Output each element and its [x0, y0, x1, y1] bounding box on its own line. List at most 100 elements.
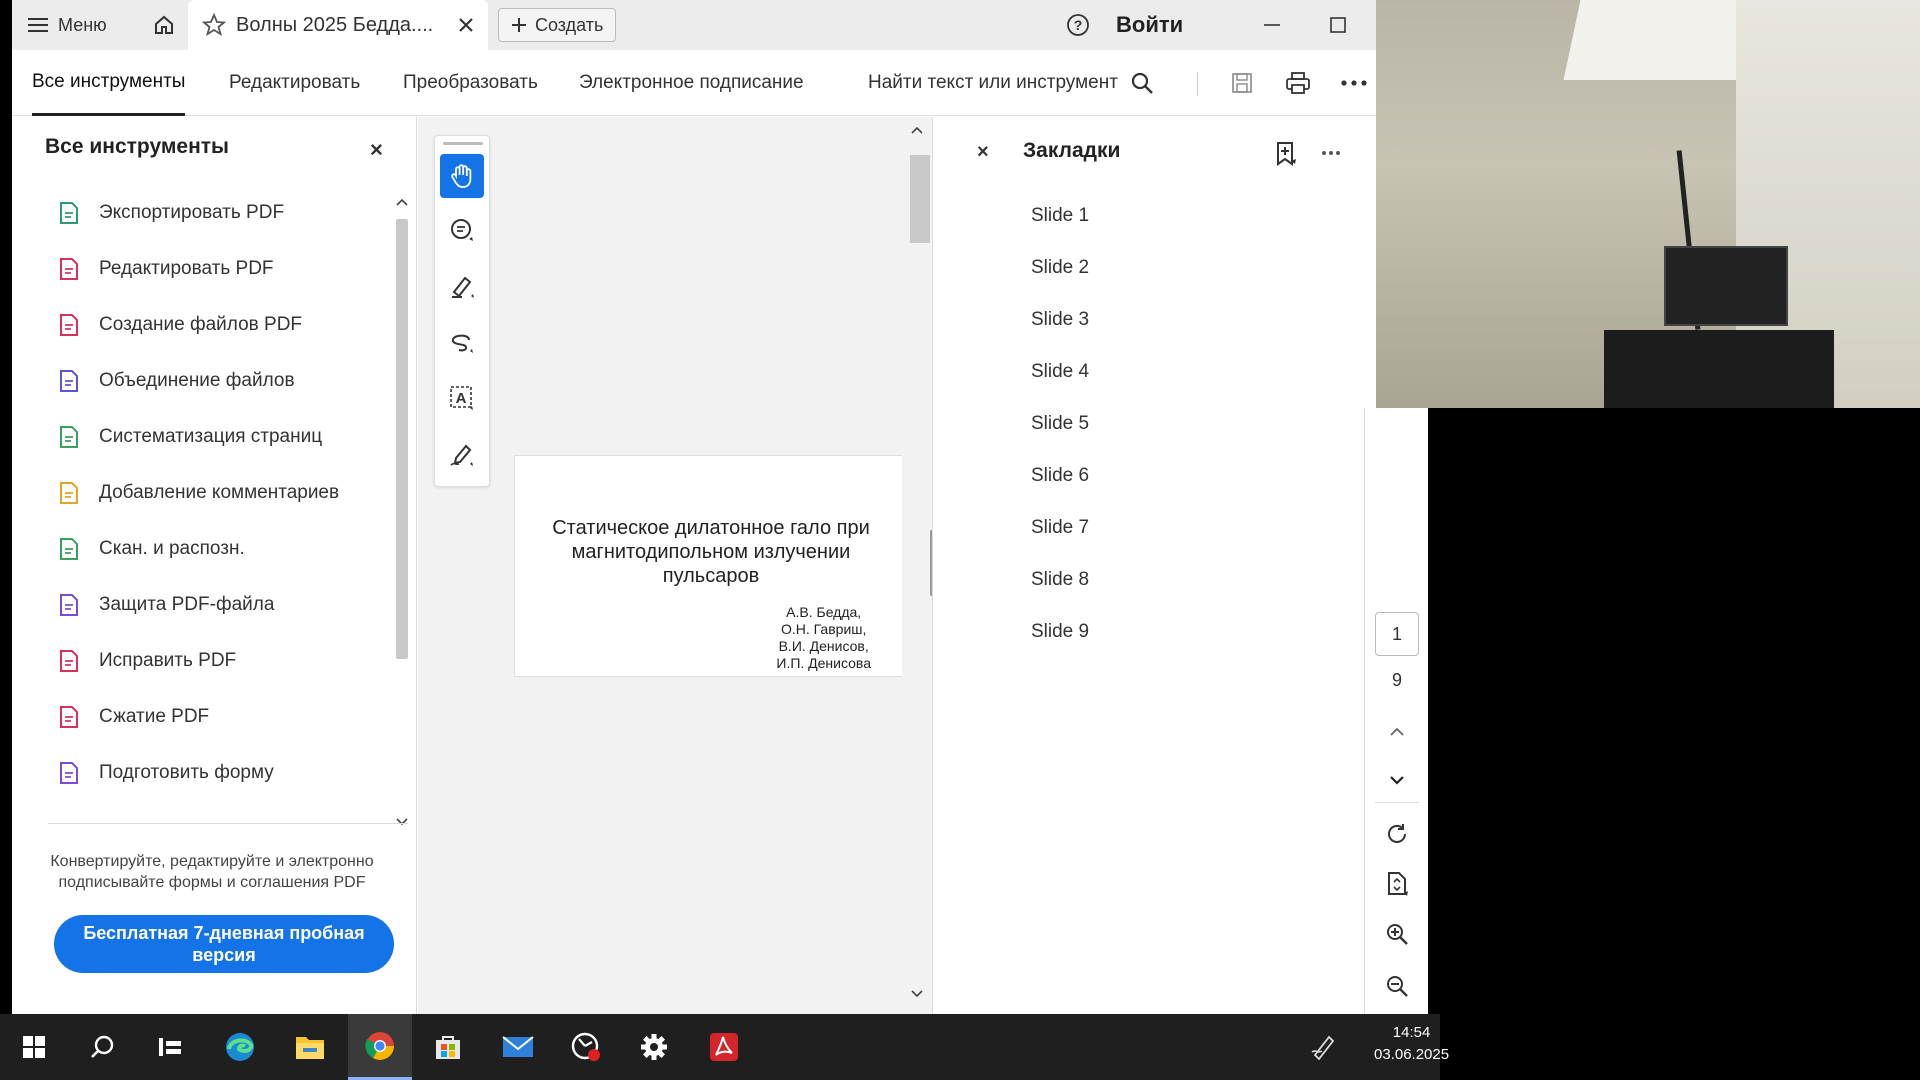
- mail-button[interactable]: [486, 1014, 550, 1080]
- free-trial-button[interactable]: Бесплатная 7-дневная пробная версия: [54, 915, 394, 973]
- bookmark-item[interactable]: Slide 1: [1031, 205, 1089, 227]
- tool-item[interactable]: Создание файлов PDF: [57, 305, 302, 345]
- signature-pen-icon: [450, 444, 473, 466]
- maximize-button[interactable]: [1318, 0, 1358, 50]
- taskbar-clock[interactable]: 14:54 03.06.2025: [1374, 1022, 1449, 1066]
- settings-button[interactable]: [622, 1014, 686, 1080]
- minimize-button[interactable]: [1252, 0, 1292, 50]
- rotate-button[interactable]: [1375, 816, 1419, 852]
- comment-icon: [451, 219, 473, 241]
- search-icon: [1131, 72, 1153, 94]
- more-options-button[interactable]: [1334, 63, 1374, 103]
- find-text-or-tool[interactable]: Найти текст или инструмент: [868, 50, 1154, 116]
- bookmarks-more-button[interactable]: [1321, 139, 1341, 162]
- task-view-icon: [159, 1038, 181, 1056]
- bookmark-item[interactable]: Slide 7: [1031, 517, 1089, 539]
- scroll-up-icon[interactable]: [396, 197, 408, 207]
- add-bookmark-icon: [1277, 142, 1296, 166]
- menu-button[interactable]: Меню: [28, 0, 107, 50]
- sign-in-button[interactable]: Войти: [1116, 0, 1183, 50]
- bookmark-item[interactable]: Slide 5: [1031, 413, 1089, 435]
- document-scroll-thumb[interactable]: [910, 155, 930, 243]
- highlight-button[interactable]: [440, 264, 484, 308]
- quick-tools-bar: A: [434, 135, 490, 487]
- hand-icon: [451, 164, 472, 188]
- tab-edit[interactable]: Редактировать: [229, 50, 360, 116]
- microsoft-store-button[interactable]: [416, 1014, 480, 1080]
- tool-item[interactable]: Скан. и распозн.: [57, 529, 245, 569]
- maximize-icon: [1330, 17, 1346, 33]
- print-button[interactable]: [1278, 63, 1318, 103]
- acrobat-taskbar-button[interactable]: [692, 1014, 756, 1080]
- previous-page-button[interactable]: [1375, 714, 1419, 750]
- scroll-down-icon[interactable]: [910, 989, 924, 999]
- webcam-video-overlay: [1376, 0, 1920, 408]
- next-page-button[interactable]: [1375, 762, 1419, 798]
- freehand-icon: [451, 334, 473, 353]
- task-view-button[interactable]: [138, 1014, 202, 1080]
- pen-workspace-icon[interactable]: [1310, 1032, 1338, 1065]
- chrome-button[interactable]: [348, 1014, 412, 1080]
- tab-e-sign[interactable]: Электронное подписание: [579, 50, 804, 116]
- bookmark-item[interactable]: Slide 2: [1031, 257, 1089, 279]
- bookmark-item[interactable]: Slide 4: [1031, 361, 1089, 383]
- bookmark-item[interactable]: Slide 8: [1031, 569, 1089, 591]
- hand-tool-button[interactable]: [440, 154, 484, 198]
- close-bookmarks-button[interactable]: ×: [977, 141, 989, 164]
- start-button[interactable]: [2, 1014, 66, 1080]
- chevron-down-icon: [1390, 776, 1404, 785]
- home-button[interactable]: [142, 0, 186, 50]
- page-navigation-rail: 1 9: [1364, 408, 1428, 1014]
- tool-item[interactable]: Редактировать PDF: [57, 249, 274, 289]
- sign-button[interactable]: [440, 432, 484, 476]
- zoom-out-button[interactable]: [1375, 968, 1419, 1004]
- add-bookmark-button[interactable]: [1275, 141, 1297, 172]
- rotate-icon: [1388, 824, 1406, 843]
- page-display-button[interactable]: [1375, 866, 1419, 902]
- tool-item[interactable]: Подготовить форму: [57, 753, 274, 793]
- add-comment-button[interactable]: [440, 208, 484, 252]
- plus-icon: [512, 18, 526, 32]
- bookmark-item[interactable]: Slide 3: [1031, 309, 1089, 331]
- text-box-button[interactable]: A: [440, 376, 484, 420]
- save-button[interactable]: [1222, 63, 1262, 103]
- zoom-in-button[interactable]: [1375, 916, 1419, 952]
- scroll-thumb[interactable]: [396, 219, 408, 659]
- star-icon[interactable]: [202, 13, 226, 37]
- zoom-out-icon: [1387, 976, 1408, 997]
- tool-item[interactable]: Экспортировать PDF: [57, 193, 284, 233]
- tool-item[interactable]: Сжатие PDF: [57, 697, 209, 737]
- create-button[interactable]: Создать: [498, 8, 617, 42]
- edit-pdf-icon: [57, 257, 81, 281]
- drag-handle[interactable]: [443, 142, 483, 145]
- bookmark-item[interactable]: Slide 9: [1031, 621, 1089, 643]
- edge-browser-button[interactable]: [208, 1014, 272, 1080]
- close-panel-button[interactable]: ×: [370, 137, 383, 163]
- screen-recorder-button[interactable]: [554, 1014, 618, 1080]
- scroll-up-icon[interactable]: [910, 125, 924, 135]
- windows-logo-icon: [23, 1036, 45, 1058]
- tool-item[interactable]: Защита PDF-файла: [57, 585, 274, 625]
- tab-convert[interactable]: Преобразовать: [403, 50, 538, 116]
- tool-item[interactable]: Объединение файлов: [57, 361, 295, 401]
- hamburger-icon: [28, 18, 48, 32]
- file-explorer-button[interactable]: [278, 1014, 342, 1080]
- pdf-page[interactable]: Статическое дилатонное гало при магнитод…: [514, 455, 906, 677]
- document-tab[interactable]: Волны 2025 Бедда....: [188, 0, 488, 50]
- draw-button[interactable]: [440, 320, 484, 364]
- close-tab-icon[interactable]: [458, 17, 474, 33]
- document-viewer[interactable]: Статическое дилатонное гало при магнитод…: [418, 117, 932, 1014]
- help-button[interactable]: ?: [1058, 0, 1098, 50]
- rail-divider: [1375, 802, 1419, 803]
- tab-all-tools[interactable]: Все инструменты: [32, 50, 186, 116]
- current-page-input[interactable]: 1: [1375, 612, 1419, 656]
- tool-item[interactable]: Добавление комментариев: [57, 473, 339, 513]
- tools-scrollbar[interactable]: [392, 193, 412, 833]
- scroll-down-icon[interactable]: [396, 817, 408, 827]
- tool-item[interactable]: Систематизация страниц: [57, 417, 322, 457]
- bookmark-item[interactable]: Slide 6: [1031, 465, 1089, 487]
- author-1: А.В. Бедда,: [786, 604, 862, 620]
- taskbar-search-button[interactable]: [70, 1014, 134, 1080]
- tool-item[interactable]: Исправить PDF: [57, 641, 236, 681]
- svg-text:A: A: [456, 390, 467, 407]
